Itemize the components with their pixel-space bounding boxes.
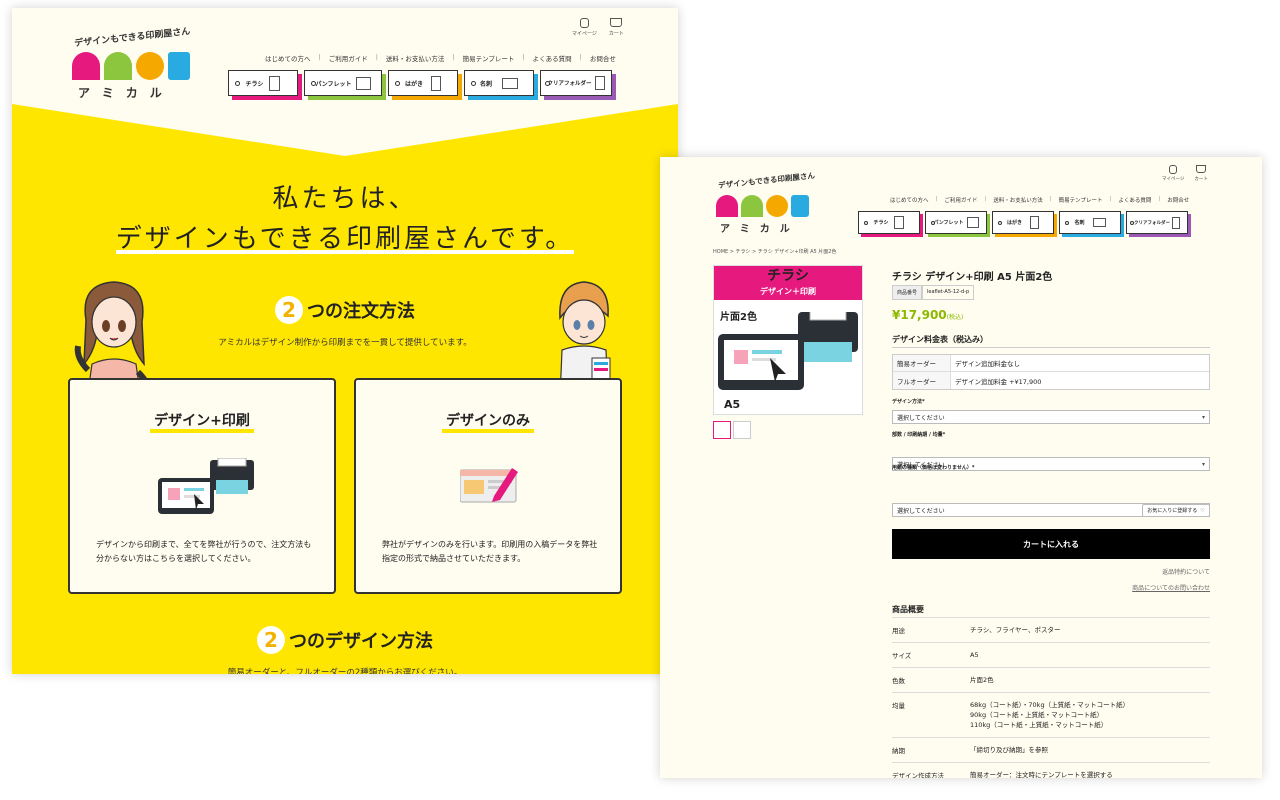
nav-contact[interactable]: お問合せ [590,53,616,63]
spec-row: 色数 片面2色 [892,667,1210,692]
add-to-cart-button[interactable]: カートに入れる [892,529,1210,559]
card-description: デザインから印刷まで、全てを弊社が行うので、注文方法も分からない方はこちらを選択… [96,540,312,563]
spec-row: サイズ A5 [892,642,1210,667]
fee-table-title: デザイン料金表（税込み） [892,335,988,344]
thumbnail-2[interactable] [733,421,751,439]
spec-row: 用途 チラシ、フライヤー、ポスター [892,617,1210,642]
design-section-subtitle: 簡易オーダーと、フルオーダーの2種類からお選びください。 [227,668,463,674]
breadcrumb[interactable]: HOME > チラシ > チラシ デザイン+印刷 A5 片面2色 [713,248,836,255]
global-nav: はじめての方へ | ご利用ガイド | 送料・お支払い方法 | 簡易テンプレート | よく… [890,196,1190,204]
add-favorite-button[interactable]: お気に入りに登録する ♡ [1142,504,1210,517]
category-tabs: チラシ パンフレット はがき 名刺 クリアフォルダー [228,70,612,96]
spec-table: 用途 チラシ、フライヤー、ポスター サイズ A5 色数 片面2色 均量 68kg（コート… [892,617,1210,778]
category-clearfolder[interactable]: クリアフォルダー [540,70,612,96]
thumbnail-1[interactable] [713,421,731,439]
fee-table: 簡易オーダー デザイン追加料金なし フルオーダー デザイン追加料金 +¥17,900 [892,354,1210,390]
spec-row: 均量 68kg（コート紙）・70kg（上質紙・マットコート紙） 90kg（コート紙… [892,692,1210,737]
logo-kana: アミカル [720,224,800,235]
design-method-label: デザイン方法* [892,399,925,405]
lock-icon [1169,165,1178,174]
cart-icon [610,18,623,27]
heart-icon: ♡ [1200,507,1205,514]
product-price: ¥17,900(税込) [892,308,964,322]
spec-title: 商品概要 [892,605,924,614]
product-title: チラシ デザイン+印刷 A5 片面2色 [892,272,1053,283]
nav-guide[interactable]: ご利用ガイド [329,53,368,63]
businesscard-icon [1092,218,1106,227]
category-businesscard[interactable]: 名刺 [464,70,534,96]
pamphlet-icon [966,217,979,228]
card-title: デザイン+印刷 [150,413,254,433]
logo-tagline: デザインもできる印刷屋さん [73,26,191,50]
order-card-design-print[interactable]: デザイン+印刷 デザインから印刷まで、全てを弊社が行うので、注文方法も分からない… [68,378,336,594]
postcard-icon [1030,216,1039,229]
card-title: デザインのみ [442,413,534,433]
category-postcard[interactable]: はがき [992,211,1054,234]
nav-faq[interactable]: よくある質問 [533,53,572,63]
logo[interactable]: デザインもできる印刷屋さん アミカル [714,171,834,235]
spec-row: デザイン作成方法 簡易オーダー：注文時にテンプレートを選択する [892,762,1210,778]
cart-link[interactable]: カート [1194,165,1208,182]
product-page: デザインもできる印刷屋さん アミカル マイページ カート はじめての方へ | ご利… [660,157,1262,778]
design-section-title: 2 つのデザイン方法 [12,626,678,654]
category-flyer[interactable]: チラシ [228,70,298,96]
folder-icon [1172,216,1180,229]
mypage-link[interactable]: マイページ [1162,165,1184,182]
hero-line-2: デザインもできる印刷屋さんです。 [115,224,575,254]
nav-beginner[interactable]: はじめての方へ [890,196,929,204]
category-businesscard[interactable]: 名刺 [1059,211,1121,234]
nav-template[interactable]: 簡易テンプレート [1059,196,1103,204]
card-description: 弊社がデザインのみを行います。印刷用の入稿データを弊社指定の形式で納品させていた… [382,540,598,563]
chevron-down-icon: ▾ [1201,414,1205,421]
hero-line-1: 私たちは、 [272,184,418,214]
order-card-design-only[interactable]: デザインのみ 弊社がデザインのみを行います。印刷用の入稿データを弊社指定の形式で… [354,378,622,594]
folder-icon [594,76,605,90]
computer-printer-icon [718,312,858,390]
product-image-title-band: チラシ デザイン＋印刷 [714,266,862,300]
category-postcard[interactable]: はがき [388,70,458,96]
mypage-link[interactable]: マイページ [572,18,597,37]
category-clearfolder[interactable]: クリアフォルダー [1126,211,1188,234]
spec-row: 納期 「締切り及び納期」を参照 [892,737,1210,762]
nav-contact[interactable]: お問合せ [1167,196,1189,204]
design-method-select[interactable]: 選択してください ▾ [892,410,1210,424]
nav-guide[interactable]: ご利用ガイド [944,196,977,204]
product-image-size: A5 [724,398,741,411]
nav-beginner[interactable]: はじめての方へ [265,53,311,63]
design-pen-icon [460,468,518,503]
paper-type-label: 用紙の種類（価格は変わりません）* [892,465,975,471]
logo-tagline: デザインもできる印刷屋さん [717,170,816,191]
nav-template[interactable]: 簡易テンプレート [463,53,515,63]
product-inquiry-link[interactable]: 商品についてのお問い合わせ [1132,583,1210,592]
flyer-icon [269,75,281,91]
logo[interactable]: デザインもできる印刷屋さん アミカル [70,27,210,100]
category-pamphlet[interactable]: パンフレット [304,70,382,96]
logo-kana: アミカル [78,86,174,100]
cart-icon [1196,165,1207,173]
nav-shipping[interactable]: 送料・お支払い方法 [993,196,1043,204]
category-flyer[interactable]: チラシ [858,211,920,234]
nav-faq[interactable]: よくある質問 [1118,196,1151,204]
flyer-icon [894,216,905,229]
businesscard-icon [502,77,518,89]
product-sku: 商品番号 leaflet-A5-12-d-p [892,285,1210,300]
lock-icon [579,18,589,28]
category-pamphlet[interactable]: パンフレット [925,211,987,234]
return-policy-link[interactable]: 返品特約について [1162,567,1210,576]
quantity-label: 部数 / 印刷納期 / 均量* [892,432,946,438]
category-tabs: チラシ パンフレット はがき 名刺 クリアフォルダー [858,211,1188,234]
pamphlet-icon [355,76,371,90]
thumbnail-strip [713,421,751,439]
landing-page: デザインもできる印刷屋さん アミカル マイページ カート はじめての方へ | ご利… [12,8,678,674]
computer-printer-icon [158,458,254,514]
product-main-image[interactable]: チラシ デザイン＋印刷 片面2色 A5 [713,265,863,415]
nav-shipping[interactable]: 送料・お支払い方法 [386,53,445,63]
global-nav: はじめての方へ | ご利用ガイド | 送料・お支払い方法 | 簡易テンプレート | よく… [265,53,616,63]
postcard-icon [431,75,441,91]
cart-link[interactable]: カート [609,18,624,37]
